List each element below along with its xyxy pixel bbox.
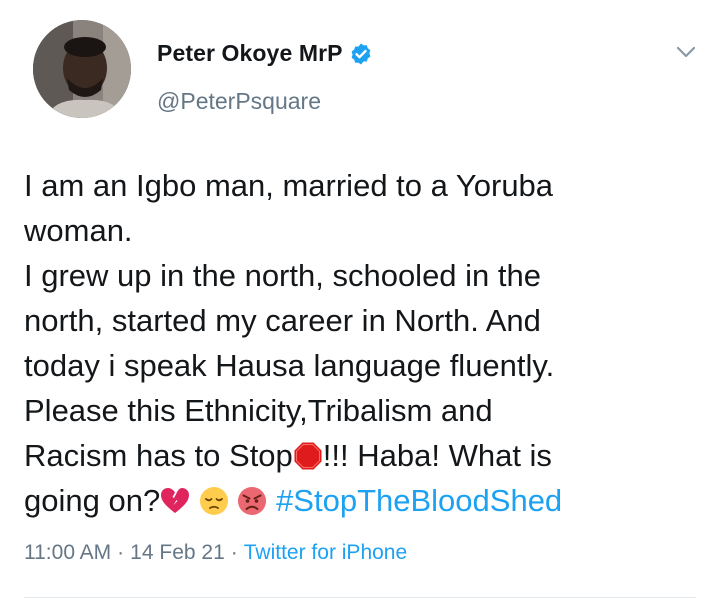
tweet-text-fragment: going on? <box>24 483 161 518</box>
tweet-date[interactable]: 14 Feb 21 <box>130 541 225 565</box>
tweet-text: I am an Igbo man, married to a Yoruba wo… <box>24 163 714 523</box>
verified-badge-icon <box>349 42 373 66</box>
tweet-line: I am an Igbo man, married to a Yoruba <box>24 168 554 203</box>
tweet-text-fragment: Racism has to Stop <box>24 438 293 473</box>
pensive-face-emoji-icon <box>199 483 229 515</box>
tweet-meta: 11:00 AM · 14 Feb 21 · Twitter for iPhon… <box>24 541 407 565</box>
meta-separator: · <box>230 541 238 564</box>
broken-heart-emoji-icon <box>160 483 190 513</box>
tweet-line: Racism has to Stop !!! Haba! What is <box>24 433 714 478</box>
chevron-down-icon[interactable] <box>674 42 698 62</box>
tweet-line: today i speak Hausa language fluently. <box>24 348 555 383</box>
divider <box>24 597 696 598</box>
tweet-time[interactable]: 11:00 AM <box>24 541 111 565</box>
meta-separator: · <box>117 541 125 564</box>
stop-sign-emoji-icon <box>293 438 323 470</box>
tweet-line: going on? #StopTheBloodShed <box>24 478 714 523</box>
angry-face-emoji-icon <box>237 483 267 515</box>
display-name[interactable]: Peter Okoye MrP <box>157 40 343 67</box>
tweet-line: Please this Ethnicity,Tribalism and <box>24 393 493 428</box>
tweet-line: I grew up in the north, schooled in the <box>24 258 541 293</box>
tweet-line: woman. <box>24 213 133 248</box>
user-handle[interactable]: @PeterPsquare <box>157 88 321 115</box>
avatar[interactable] <box>33 20 131 118</box>
tweet-source-link[interactable]: Twitter for iPhone <box>244 541 407 565</box>
hashtag-link[interactable]: #StopTheBloodShed <box>276 483 562 518</box>
tweet-text-fragment: !!! Haba! What is <box>322 438 552 473</box>
tweet-line: north, started my career in North. And <box>24 303 541 338</box>
